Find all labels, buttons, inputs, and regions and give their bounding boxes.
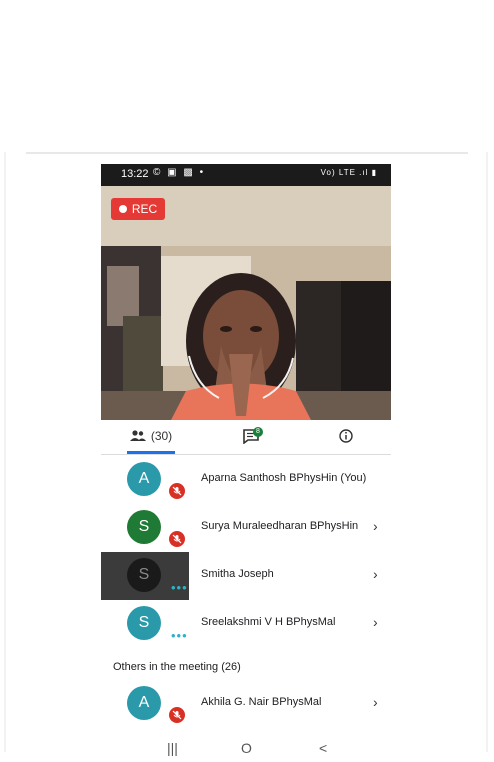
frame-left-edge (4, 152, 6, 752)
home-button[interactable]: O (241, 740, 252, 756)
tab-info[interactable] (321, 420, 371, 452)
participant-name: Aparna Santhosh BPhysHin (You) (201, 472, 367, 484)
participant-tile: S ••• (101, 600, 189, 648)
mic-off-icon (169, 531, 185, 547)
status-bar: 13:22 © ▣ ▩ • Vo) LTE .ıl ▮ (101, 164, 391, 186)
notification-icons: © ▣ ▩ • (153, 167, 206, 178)
people-icon (129, 430, 146, 441)
participant-tile: A (101, 680, 189, 728)
participant-name: Smitha Joseph (201, 568, 274, 580)
phone-screen: 13:22 © ▣ ▩ • Vo) LTE .ıl ▮ REC (30) 8 A… (101, 164, 391, 762)
participant-row[interactable]: S ••• Smitha Joseph › (101, 552, 391, 600)
others-heading: Others in the meeting (26) (113, 661, 241, 673)
avatar: S (127, 558, 161, 592)
status-time: 13:22 (121, 168, 149, 180)
avatar: A (127, 462, 161, 496)
back-button[interactable]: < (319, 740, 327, 756)
speaking-dots-icon: ••• (171, 580, 188, 595)
participant-name: Sreelakshmi V H BPhysMal (201, 616, 336, 628)
chevron-right-icon[interactable]: › (373, 614, 378, 630)
frame-right-edge (486, 152, 488, 752)
chat-badge: 8 (253, 427, 263, 437)
system-nav-bar: ||| O < (101, 736, 391, 762)
mic-off-icon (169, 707, 185, 723)
video-feed[interactable]: REC (101, 186, 391, 420)
frame-top-line (26, 152, 468, 154)
avatar: S (127, 606, 161, 640)
chevron-right-icon[interactable]: › (373, 518, 378, 534)
participant-row[interactable]: S Surya Muraleedharan BPhysHin › (101, 504, 391, 552)
participant-row[interactable]: A Akhila G. Nair BPhysMal › (101, 680, 391, 728)
participant-tile: S ••• (101, 552, 189, 600)
video-frame-image (101, 186, 391, 420)
recording-label: REC (131, 202, 158, 216)
signal-battery-icons: Vo) LTE .ıl ▮ (320, 168, 377, 177)
avatar: A (127, 686, 161, 720)
people-count: (30) (150, 429, 173, 443)
tab-people[interactable]: (30) (121, 420, 181, 454)
meeting-tabs: (30) 8 (101, 420, 391, 454)
participant-row[interactable]: S ••• Sreelakshmi V H BPhysMal › (101, 600, 391, 648)
mic-off-icon (169, 483, 185, 499)
avatar: S (127, 510, 161, 544)
chevron-right-icon[interactable]: › (373, 566, 378, 582)
participant-tile: S (101, 504, 189, 552)
info-icon (339, 429, 353, 443)
recording-dot-icon (118, 205, 127, 213)
tab-chat[interactable]: 8 (226, 420, 276, 452)
participant-row[interactable]: A Aparna Santhosh BPhysHin (You) (101, 456, 391, 504)
participant-tile: A (101, 456, 189, 504)
participant-name: Surya Muraleedharan BPhysHin (201, 520, 359, 532)
recording-badge: REC (111, 198, 165, 220)
speaking-dots-icon: ••• (171, 628, 188, 643)
tabs-divider (101, 454, 391, 455)
chevron-right-icon[interactable]: › (373, 694, 378, 710)
recent-apps-button[interactable]: ||| (167, 740, 178, 756)
participant-name: Akhila G. Nair BPhysMal (201, 696, 322, 708)
